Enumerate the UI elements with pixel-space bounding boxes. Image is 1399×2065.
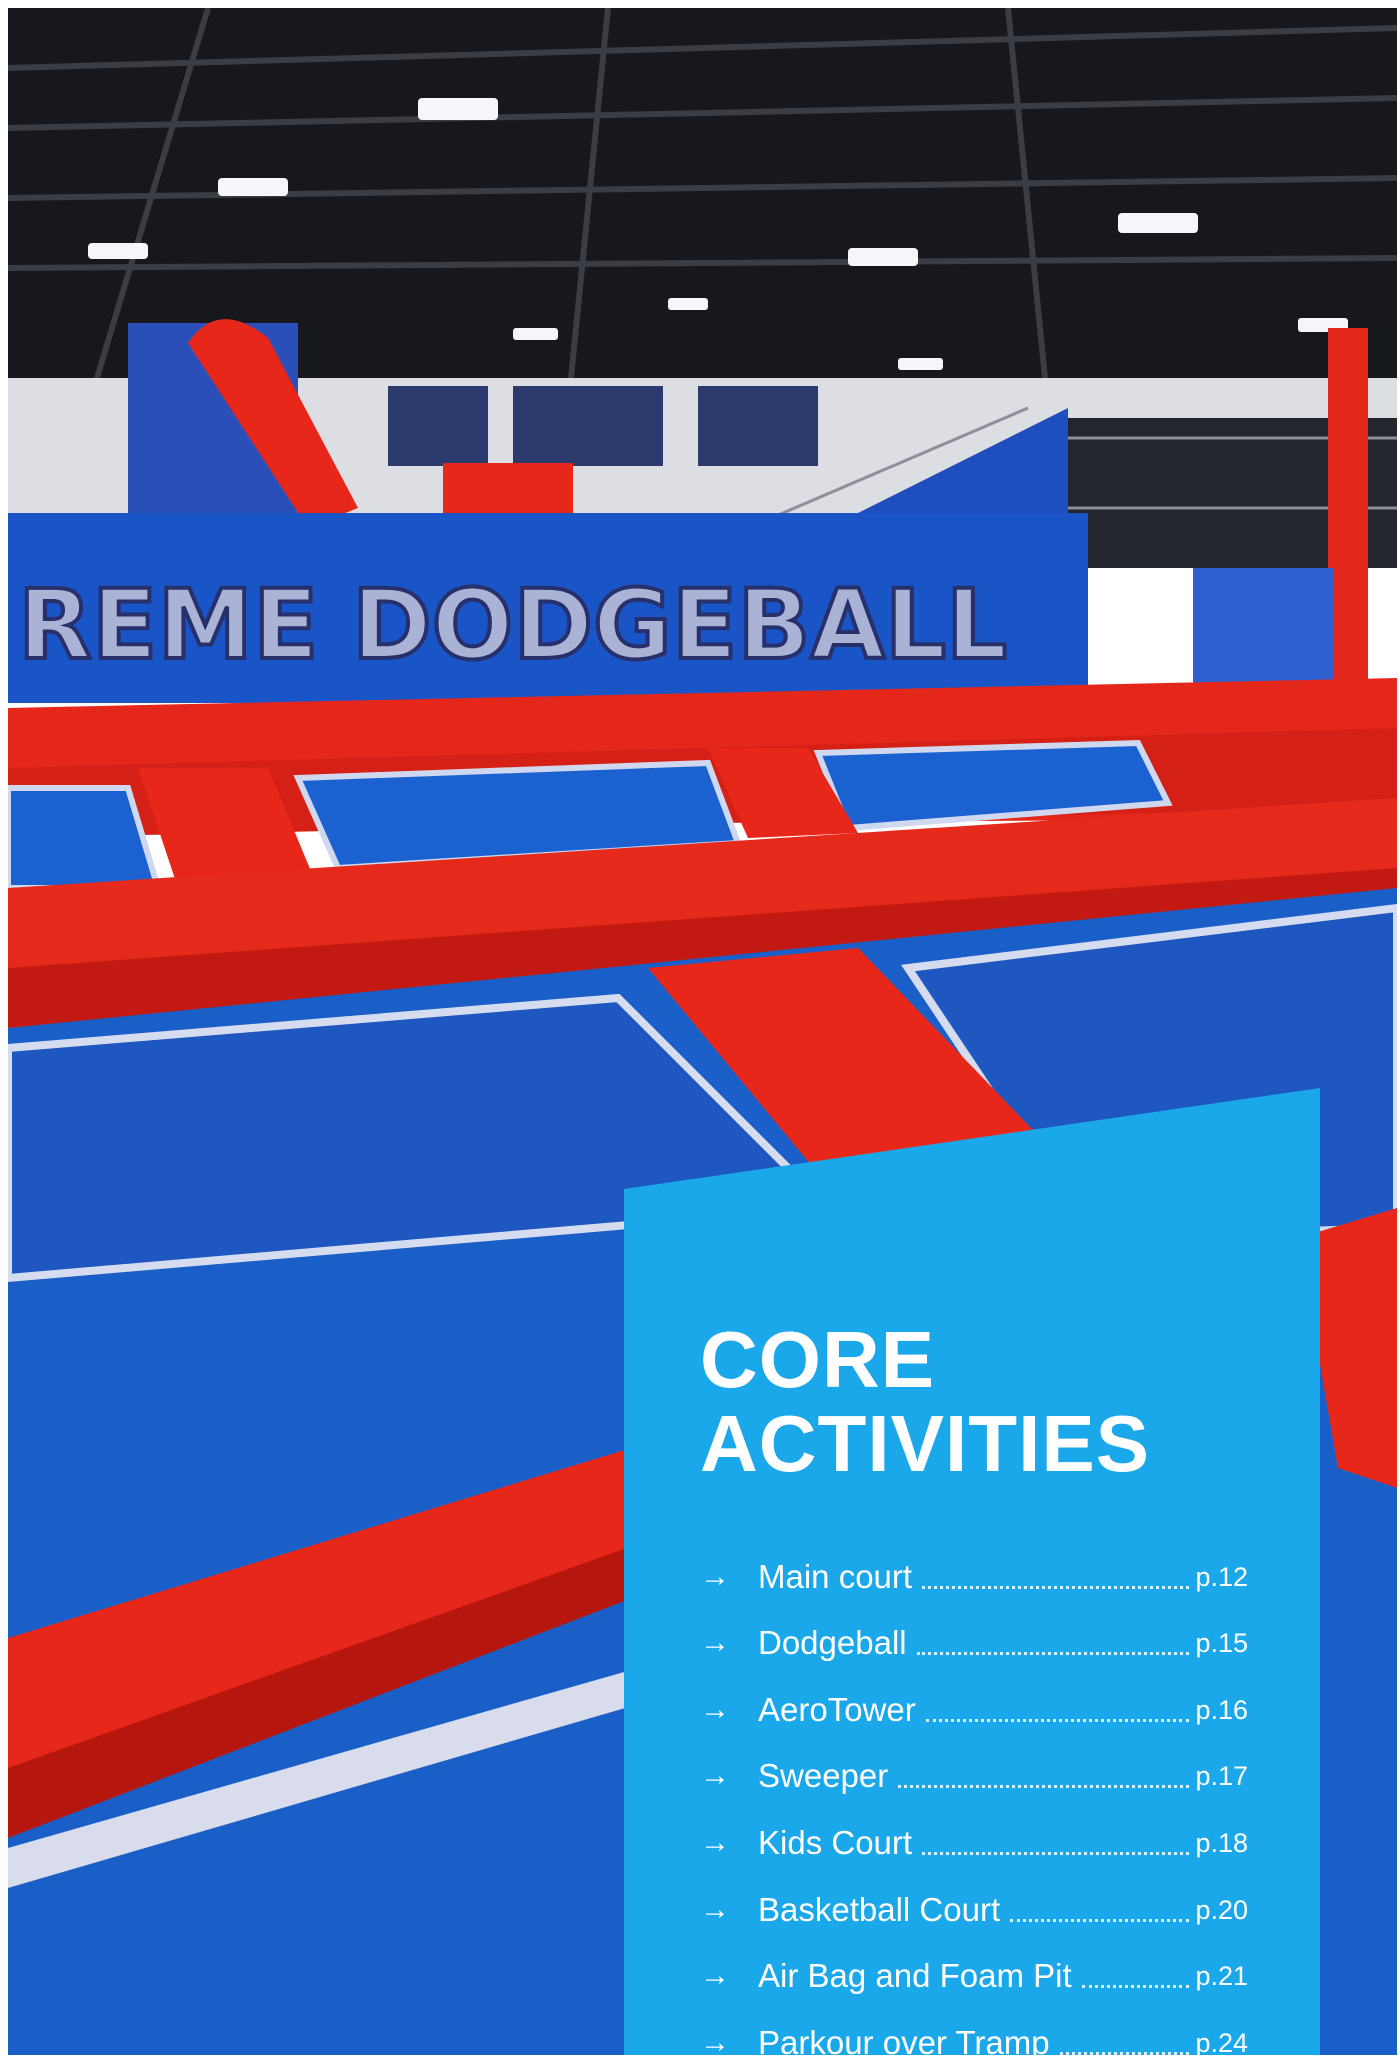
toc-page-number: p.24 [1195, 2027, 1248, 2058]
toc-item[interactable]: → Air Bag and Foam Pit p.21 [700, 1932, 1248, 1999]
toc-item[interactable]: → Dodgeball p.15 [700, 1599, 1248, 1666]
arrow-right-icon: → [700, 1559, 730, 1593]
toc-page-number: p.15 [1195, 1628, 1248, 1659]
toc-item[interactable]: → AeroTower p.16 [700, 1665, 1248, 1732]
toc-label: Main court [758, 1557, 913, 1595]
toc-leader-dots [1010, 1918, 1190, 1922]
arrow-right-icon: → [700, 1825, 730, 1859]
toc-leader-dots [925, 1718, 1190, 1722]
toc-label: Kids Court [758, 1823, 913, 1861]
toc-page-number: p.20 [1195, 1894, 1248, 1925]
toc-label: Sweeper [758, 1757, 889, 1795]
toc-page-number: p.12 [1195, 1561, 1248, 1592]
title-line-core: CORE [700, 1315, 936, 1404]
toc-leader-dots [1081, 1985, 1190, 1989]
banner-text: REME DODGEBALL [18, 569, 1007, 681]
toc-item[interactable]: → Kids Court p.18 [700, 1798, 1248, 1865]
toc-label: Air Bag and Foam Pit [758, 1957, 1072, 1995]
toc-page-number: p.17 [1195, 1761, 1248, 1792]
toc-label: Basketball Court [758, 1890, 1001, 1928]
toc-page-number: p.16 [1195, 1694, 1248, 1725]
toc-item[interactable]: → Main court p.12 [700, 1532, 1248, 1599]
toc-leader-dots [922, 1585, 1190, 1589]
toc-label: AeroTower [758, 1690, 916, 1728]
title-line-activities: ACTIVITIES [700, 1399, 1151, 1488]
arrow-right-icon: → [700, 1892, 730, 1926]
arrow-right-icon: → [700, 1759, 730, 1793]
toc-page-number: p.18 [1195, 1827, 1248, 1858]
toc-label: Parkour over Tramp [758, 2023, 1050, 2061]
toc-leader-dots [916, 1652, 1190, 1656]
toc-leader-dots [898, 1785, 1190, 1789]
arrow-right-icon: → [700, 1692, 730, 1726]
toc-leader-dots [1059, 2051, 1190, 2055]
table-of-contents: → Main court p.12 → Dodgeball p.15 → Aer… [700, 1532, 1248, 2065]
toc-label: Dodgeball [758, 1624, 907, 1662]
toc-leader-dots [922, 1851, 1190, 1855]
arrow-right-icon: → [700, 2025, 730, 2059]
toc-item[interactable]: → Basketball Court p.20 [700, 1865, 1248, 1932]
arrow-right-icon: → [700, 1959, 730, 1993]
page-title: CORE ACTIVITIES [700, 1318, 1300, 1486]
toc-page-number: p.21 [1195, 1961, 1248, 1992]
toc-item[interactable]: → Sweeper p.17 [700, 1732, 1248, 1799]
arrow-right-icon: → [700, 1626, 730, 1660]
